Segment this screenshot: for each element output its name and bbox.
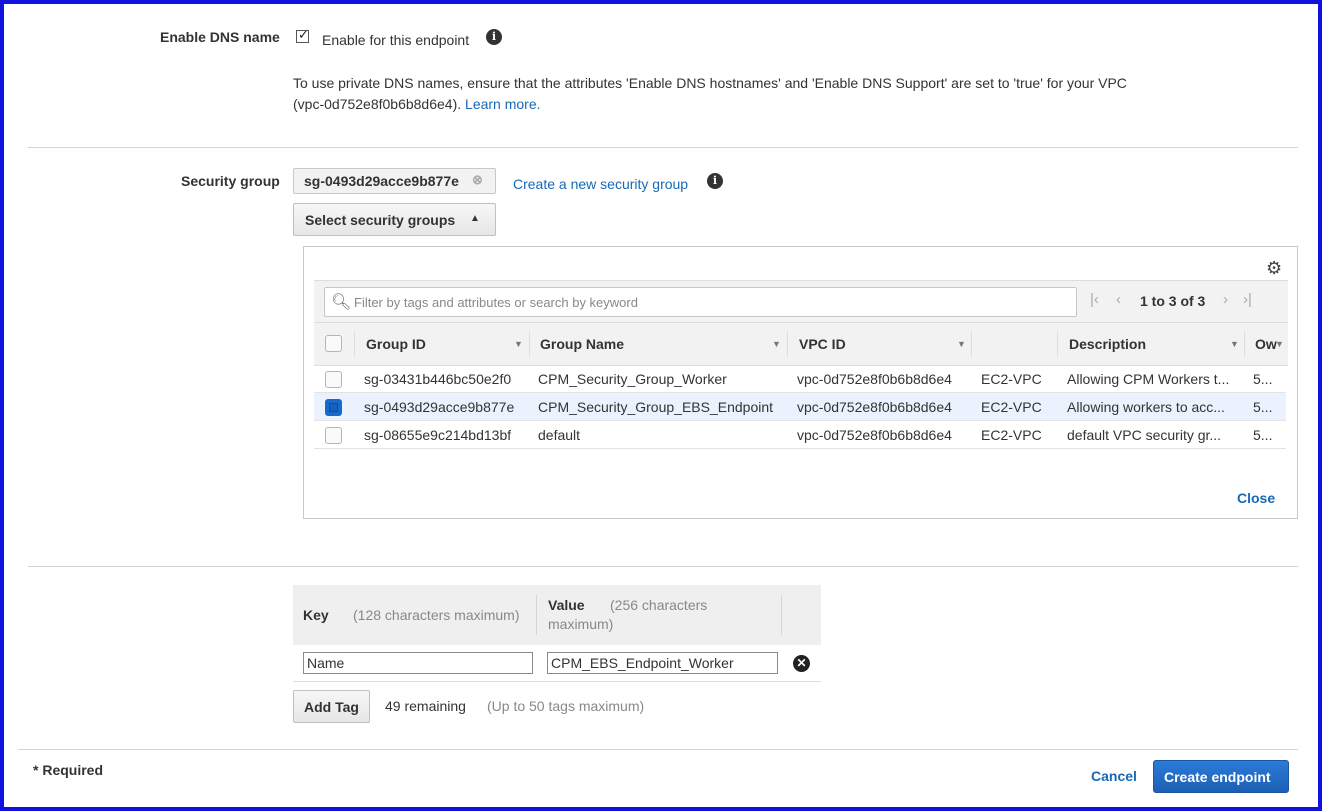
select-security-groups-label: Select security groups xyxy=(305,212,456,228)
cell-description: Allowing workers to acc... xyxy=(1067,399,1225,415)
token-label: sg-0493d29acce9b877e xyxy=(304,173,459,189)
row-checkbox[interactable] xyxy=(325,427,342,444)
col-divider xyxy=(354,331,355,357)
col-group-id[interactable]: Group ID xyxy=(366,323,426,365)
create-endpoint-button[interactable]: Create endpoint xyxy=(1153,760,1289,793)
sort-icon[interactable]: ▼ xyxy=(1275,339,1284,349)
dns-help-text: To use private DNS names, ensure that th… xyxy=(293,75,1127,91)
select-security-groups-button[interactable]: Select security groups ▲ xyxy=(293,203,496,236)
value-hint-2: maximum) xyxy=(548,616,614,632)
divider xyxy=(28,566,1298,567)
col-divider xyxy=(529,331,530,357)
sort-icon[interactable]: ▼ xyxy=(514,339,523,349)
dns-help-line2: (vpc-0d752e8f0b6b8d6e4). xyxy=(293,96,462,112)
key-header: Key xyxy=(303,607,329,623)
info-icon[interactable]: i xyxy=(486,29,502,45)
value-header: Value xyxy=(548,597,585,613)
table-row[interactable]: sg-08655e9c214bd13bf default vpc-0d752e8… xyxy=(314,421,1286,449)
sort-icon[interactable]: ▼ xyxy=(1230,339,1239,349)
cell-platform: EC2-VPC xyxy=(981,399,1042,415)
cell-platform: EC2-VPC xyxy=(981,427,1042,443)
search-icon: 🔍︎ xyxy=(331,294,352,311)
dns-checkbox[interactable] xyxy=(296,27,309,43)
col-divider xyxy=(971,331,972,357)
col-divider xyxy=(536,595,537,635)
dns-label: Enable DNS name xyxy=(160,29,280,45)
cell-owner: 5... xyxy=(1253,399,1273,415)
tags-remaining: 49 remaining xyxy=(385,698,466,714)
col-divider xyxy=(781,595,782,635)
sort-icon[interactable]: ▼ xyxy=(772,339,781,349)
cell-platform: EC2-VPC xyxy=(981,371,1042,387)
last-page-icon[interactable]: ›| xyxy=(1243,291,1252,308)
col-vpc-id[interactable]: VPC ID xyxy=(799,323,846,365)
create-security-group-link[interactable]: Create a new security group xyxy=(513,176,688,192)
value-hint-1: (256 characters xyxy=(610,597,708,613)
col-divider xyxy=(787,331,788,357)
cell-group-id: sg-0493d29acce9b877e xyxy=(364,399,515,415)
cell-group-id: sg-03431b446bc50e2f0 xyxy=(364,371,512,387)
cell-vpc-id: vpc-0d752e8f0b6b8d6e4 xyxy=(797,427,952,443)
col-group-name[interactable]: Group Name xyxy=(540,323,624,365)
select-all-checkbox[interactable] xyxy=(325,335,342,352)
tag-value-input[interactable] xyxy=(547,652,778,674)
table-row-selected[interactable]: sg-0493d29acce9b877e CPM_Security_Group_… xyxy=(314,393,1286,421)
cell-owner: 5... xyxy=(1253,371,1273,387)
prev-page-icon[interactable]: ‹ xyxy=(1116,291,1121,308)
table-toolbar: 🔍︎ Filter by tags and attributes or sear… xyxy=(314,280,1288,323)
remove-tag-icon[interactable]: ✕ xyxy=(793,655,810,672)
learn-more-link[interactable]: Learn more xyxy=(465,96,537,112)
learn-more-period: . xyxy=(536,96,541,112)
cell-group-name: default xyxy=(538,427,581,443)
cell-description: Allowing CPM Workers t... xyxy=(1067,371,1230,387)
tags-max-hint: (Up to 50 tags maximum) xyxy=(487,698,645,714)
search-placeholder: Filter by tags and attributes or search … xyxy=(354,295,638,310)
dns-help-line1: To use private DNS names, ensure that th… xyxy=(293,75,1127,91)
col-divider xyxy=(1057,331,1058,357)
divider xyxy=(28,147,1298,148)
col-divider xyxy=(1244,331,1245,357)
sort-icon[interactable]: ▼ xyxy=(957,339,966,349)
cell-description: default VPC security gr... xyxy=(1067,427,1222,443)
add-tag-label: Add Tag xyxy=(304,699,359,715)
cell-owner: 5... xyxy=(1253,427,1273,443)
divider xyxy=(18,749,1298,750)
cell-group-name: CPM_Security_Group_EBS_Endpoint xyxy=(538,399,774,415)
tag-key-input[interactable] xyxy=(303,652,533,674)
selected-security-group-token[interactable]: sg-0493d29acce9b877e ⊗ xyxy=(293,168,496,194)
security-group-panel: ⚙ 🔍︎ Filter by tags and attributes or se… xyxy=(303,246,1298,519)
table-row[interactable]: sg-03431b446bc50e2f0 CPM_Security_Group_… xyxy=(314,365,1286,393)
gear-icon[interactable]: ⚙ xyxy=(1266,259,1282,277)
col-owner[interactable]: Ow xyxy=(1255,323,1277,365)
caret-up-icon: ▲ xyxy=(470,213,480,224)
cell-vpc-id: vpc-0d752e8f0b6b8d6e4 xyxy=(797,371,952,387)
cell-vpc-id: vpc-0d752e8f0b6b8d6e4 xyxy=(797,399,952,415)
cancel-button[interactable]: Cancel xyxy=(1091,768,1137,784)
pagination-label: 1 to 3 of 3 xyxy=(1140,293,1206,309)
create-endpoint-label: Create endpoint xyxy=(1164,769,1271,785)
next-page-icon[interactable]: › xyxy=(1223,291,1228,308)
tags-table-header: Key (128 characters maximum) Value (256 … xyxy=(293,585,821,645)
row-checkbox[interactable] xyxy=(325,371,342,388)
table-header: Group ID ▼ Group Name ▼ VPC ID ▼ Descrip… xyxy=(314,322,1288,366)
key-hint: (128 characters maximum) xyxy=(353,607,520,623)
row-checkbox-checked[interactable] xyxy=(325,399,342,416)
token-remove-icon[interactable]: ⊗ xyxy=(472,172,483,188)
dns-help-line2-wrap: (vpc-0d752e8f0b6b8d6e4). Learn more. xyxy=(293,96,541,112)
close-panel-link[interactable]: Close xyxy=(1237,490,1275,506)
col-description[interactable]: Description xyxy=(1069,323,1146,365)
first-page-icon[interactable]: |‹ xyxy=(1090,291,1099,308)
cell-group-id: sg-08655e9c214bd13bf xyxy=(364,427,512,443)
search-input[interactable]: 🔍︎ Filter by tags and attributes or sear… xyxy=(324,287,1077,317)
security-group-label: Security group xyxy=(181,173,280,189)
cell-group-name: CPM_Security_Group_Worker xyxy=(538,371,727,387)
tag-row: ✕ xyxy=(293,645,821,682)
dns-checkbox-label: Enable for this endpoint xyxy=(322,32,470,48)
table-body: sg-03431b446bc50e2f0 CPM_Security_Group_… xyxy=(314,365,1288,455)
add-tag-button[interactable]: Add Tag xyxy=(293,690,370,723)
info-icon[interactable]: i xyxy=(707,173,723,189)
required-note: * Required xyxy=(33,762,104,778)
